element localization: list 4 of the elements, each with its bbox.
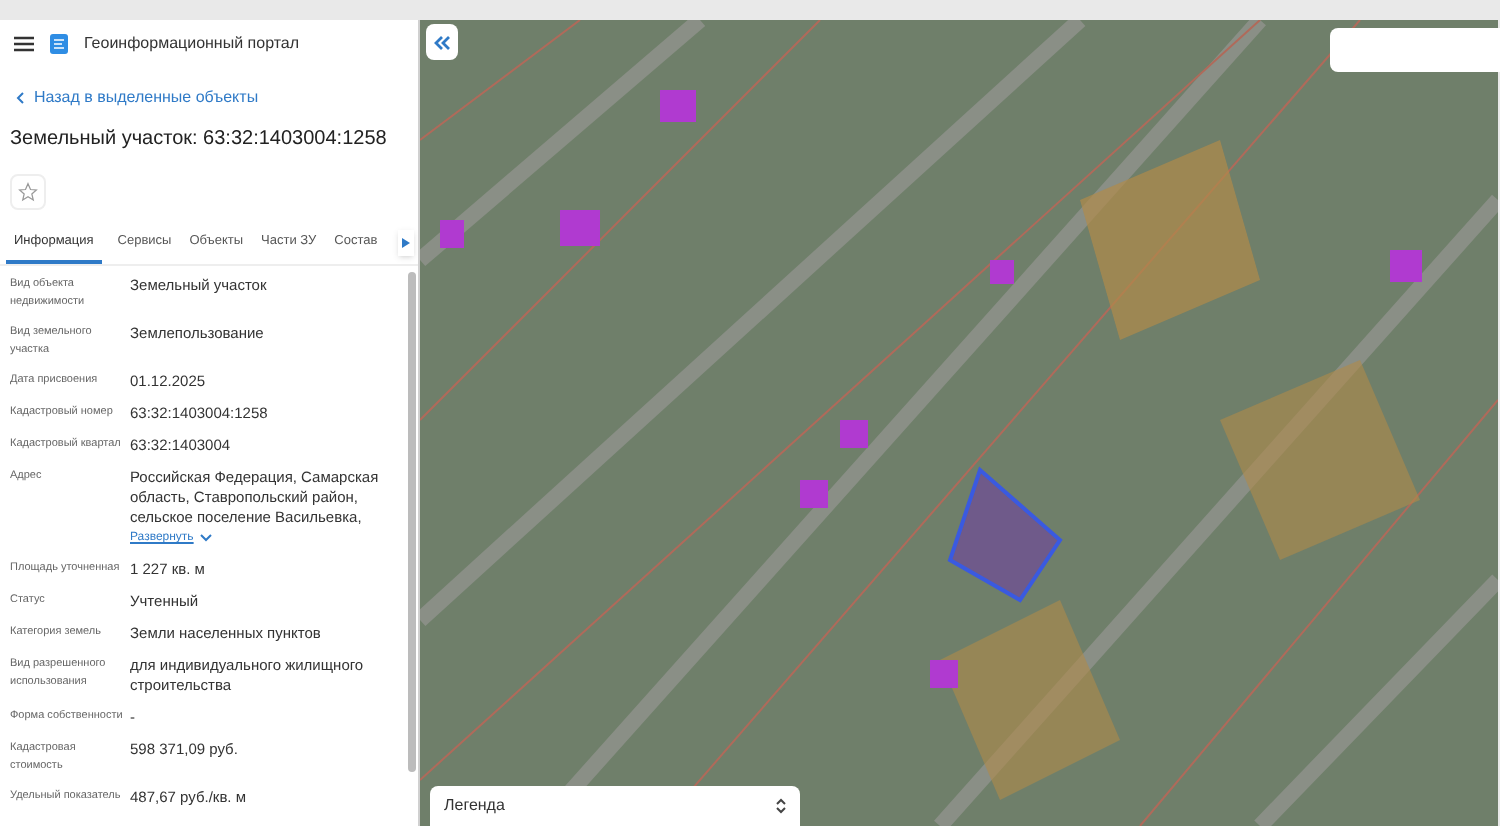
portal-title: Геоинформационный портал [84,32,300,56]
legend-select[interactable]: Легенда [430,786,800,826]
page-title: Земельный участок: 63:32:1403004:1258 [8,126,389,154]
back-link[interactable]: Назад в выделенные объекты [0,86,418,110]
